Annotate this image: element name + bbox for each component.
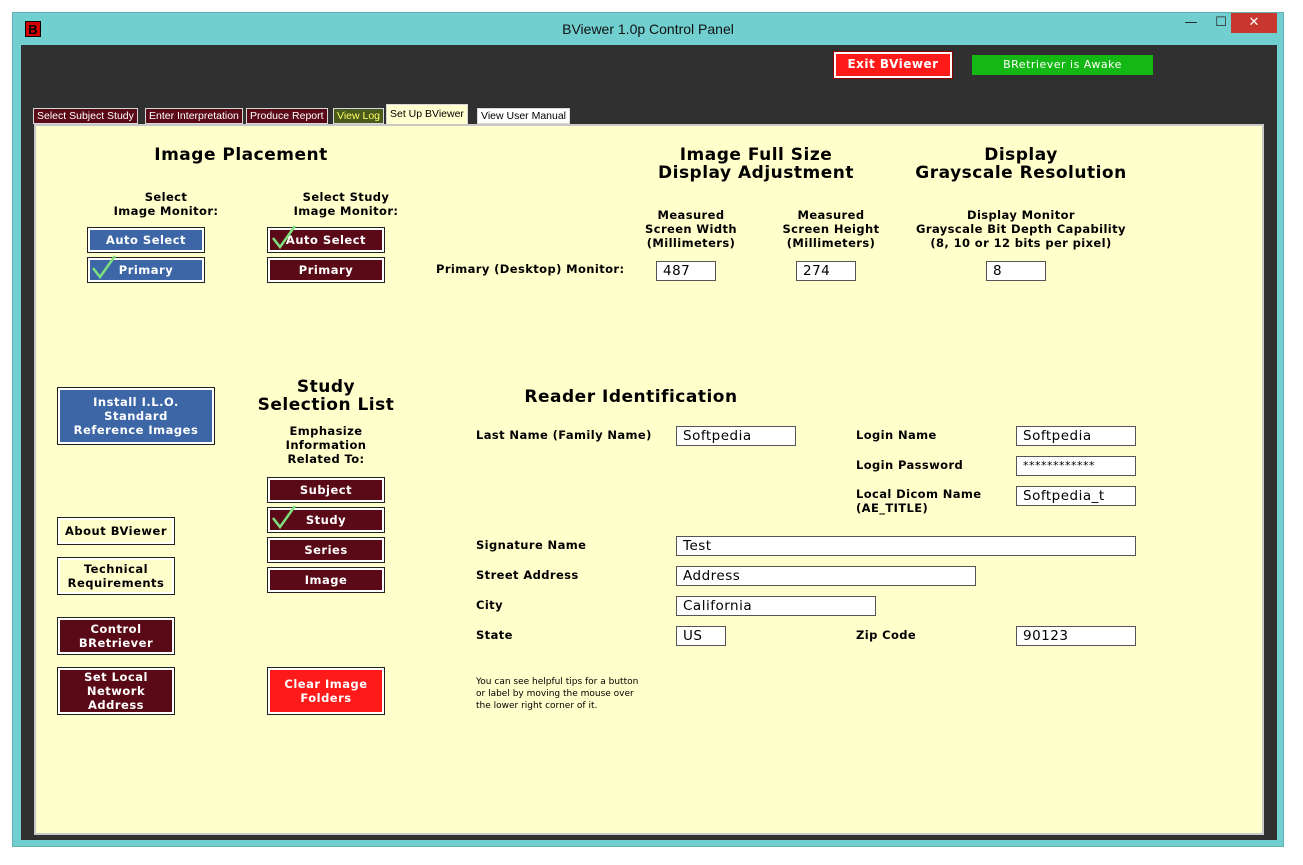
local-dicom-name-field[interactable]: Softpedia_t [1016,486,1136,506]
city-label: City [476,598,503,612]
exit-bviewer-button[interactable]: Exit BViewer [833,51,953,79]
tab-set-up-bviewer[interactable]: Set Up BViewer [386,104,468,124]
check-mark-icon [272,505,297,530]
control-bretriever-button[interactable]: Control BRetriever [57,617,175,655]
study-monitor-auto-select-button[interactable]: Auto Select [267,225,385,253]
image-monitor-auto-select-label: Auto Select [105,233,187,247]
local-dicom-name-label: Local Dicom Name (AE_TITLE) [856,487,982,515]
study-monitor-primary-button[interactable]: Primary [267,257,385,283]
emphasize-subject-button[interactable]: Subject [267,477,385,503]
image-placement-title: Image Placement [154,145,328,165]
signature-name-field[interactable]: Test [676,536,1136,556]
set-local-network-address-button[interactable]: Set Local Network Address [57,667,175,715]
street-address-field[interactable]: Address [676,566,976,586]
login-name-field[interactable]: Softpedia [1016,426,1136,446]
login-password-label: Login Password [856,458,964,472]
zip-code-label: Zip Code [856,628,917,642]
tab-produce-report[interactable]: Produce Report [246,108,328,124]
client-area: Exit BViewer BRetriever is Awake Select … [21,45,1277,840]
tab-view-log[interactable]: View Log [333,108,385,124]
signature-name-label: Signature Name [476,538,587,552]
minimize-icon[interactable]: — [1177,13,1205,33]
emphasize-image-label: Image [304,573,348,587]
emphasize-label: Emphasize Information Related To: [285,424,367,466]
last-name-field[interactable]: Softpedia [676,426,796,446]
tab-select-subject-study[interactable]: Select Subject Study [33,108,138,124]
about-bviewer-button[interactable]: About BViewer [57,517,175,545]
study-monitor-primary-label: Primary [298,263,354,277]
screen-width-label: Measured Screen Width (Millimeters) [645,208,737,250]
technical-requirements-button[interactable]: Technical Requirements [57,557,175,595]
bit-depth-field[interactable]: 8 [986,261,1046,281]
bit-depth-label: Display Monitor Grayscale Bit Depth Capa… [916,208,1126,250]
window-title: BViewer 1.0p Control Panel [562,21,734,37]
title-bar[interactable]: B BViewer 1.0p Control Panel — ☐ ✕ [13,13,1283,45]
bretriever-status-badge: BRetriever is Awake [972,55,1153,75]
grayscale-title: Display Grayscale Resolution [915,145,1127,183]
screen-width-field[interactable]: 487 [656,261,716,281]
emphasize-study-label: Study [305,513,347,527]
tab-enter-interpretation[interactable]: Enter Interpretation [145,108,243,124]
emphasize-series-label: Series [304,543,348,557]
setup-panel: Image Placement Select Image Monitor: Se… [34,124,1264,835]
check-mark-icon [272,225,297,250]
screen-height-label: Measured Screen Height (Millimeters) [782,208,880,250]
login-password-field[interactable]: ************ [1016,456,1136,476]
primary-monitor-label: Primary (Desktop) Monitor: [436,262,625,276]
help-tip-text: You can see helpful tips for a button or… [476,677,639,711]
image-monitor-primary-label: Primary [118,263,174,277]
reader-identification-title: Reader Identification [524,387,738,407]
close-icon[interactable]: ✕ [1231,13,1277,33]
study-monitor-auto-select-label: Auto Select [285,233,367,247]
city-field[interactable]: California [676,596,876,616]
emphasize-study-button[interactable]: Study [267,505,385,533]
install-ilo-images-button[interactable]: Install I.L.O. Standard Reference Images [57,387,215,445]
check-mark-icon [92,255,117,280]
tab-view-user-manual[interactable]: View User Manual [477,108,571,124]
select-image-monitor-label: Select Image Monitor: [113,190,219,218]
select-study-monitor-label: Select Study Image Monitor: [293,190,399,218]
app-window: B BViewer 1.0p Control Panel — ☐ ✕ Exit … [12,12,1284,847]
last-name-label: Last Name (Family Name) [476,428,652,442]
login-name-label: Login Name [856,428,937,442]
image-monitor-auto-select-button[interactable]: Auto Select [87,227,205,253]
state-label: State [476,628,513,642]
emphasize-image-button[interactable]: Image [267,567,385,593]
street-address-label: Street Address [476,568,579,582]
clear-image-folders-button[interactable]: Clear Image Folders [267,667,385,715]
emphasize-series-button[interactable]: Series [267,537,385,563]
full-size-title: Image Full Size Display Adjustment [658,145,854,183]
emphasize-subject-label: Subject [299,483,353,497]
zip-code-field[interactable]: 90123 [1016,626,1136,646]
image-monitor-primary-button[interactable]: Primary [87,255,205,283]
state-field[interactable]: US [676,626,726,646]
screen-height-field[interactable]: 274 [796,261,856,281]
study-selection-title: Study Selection List [257,377,395,415]
